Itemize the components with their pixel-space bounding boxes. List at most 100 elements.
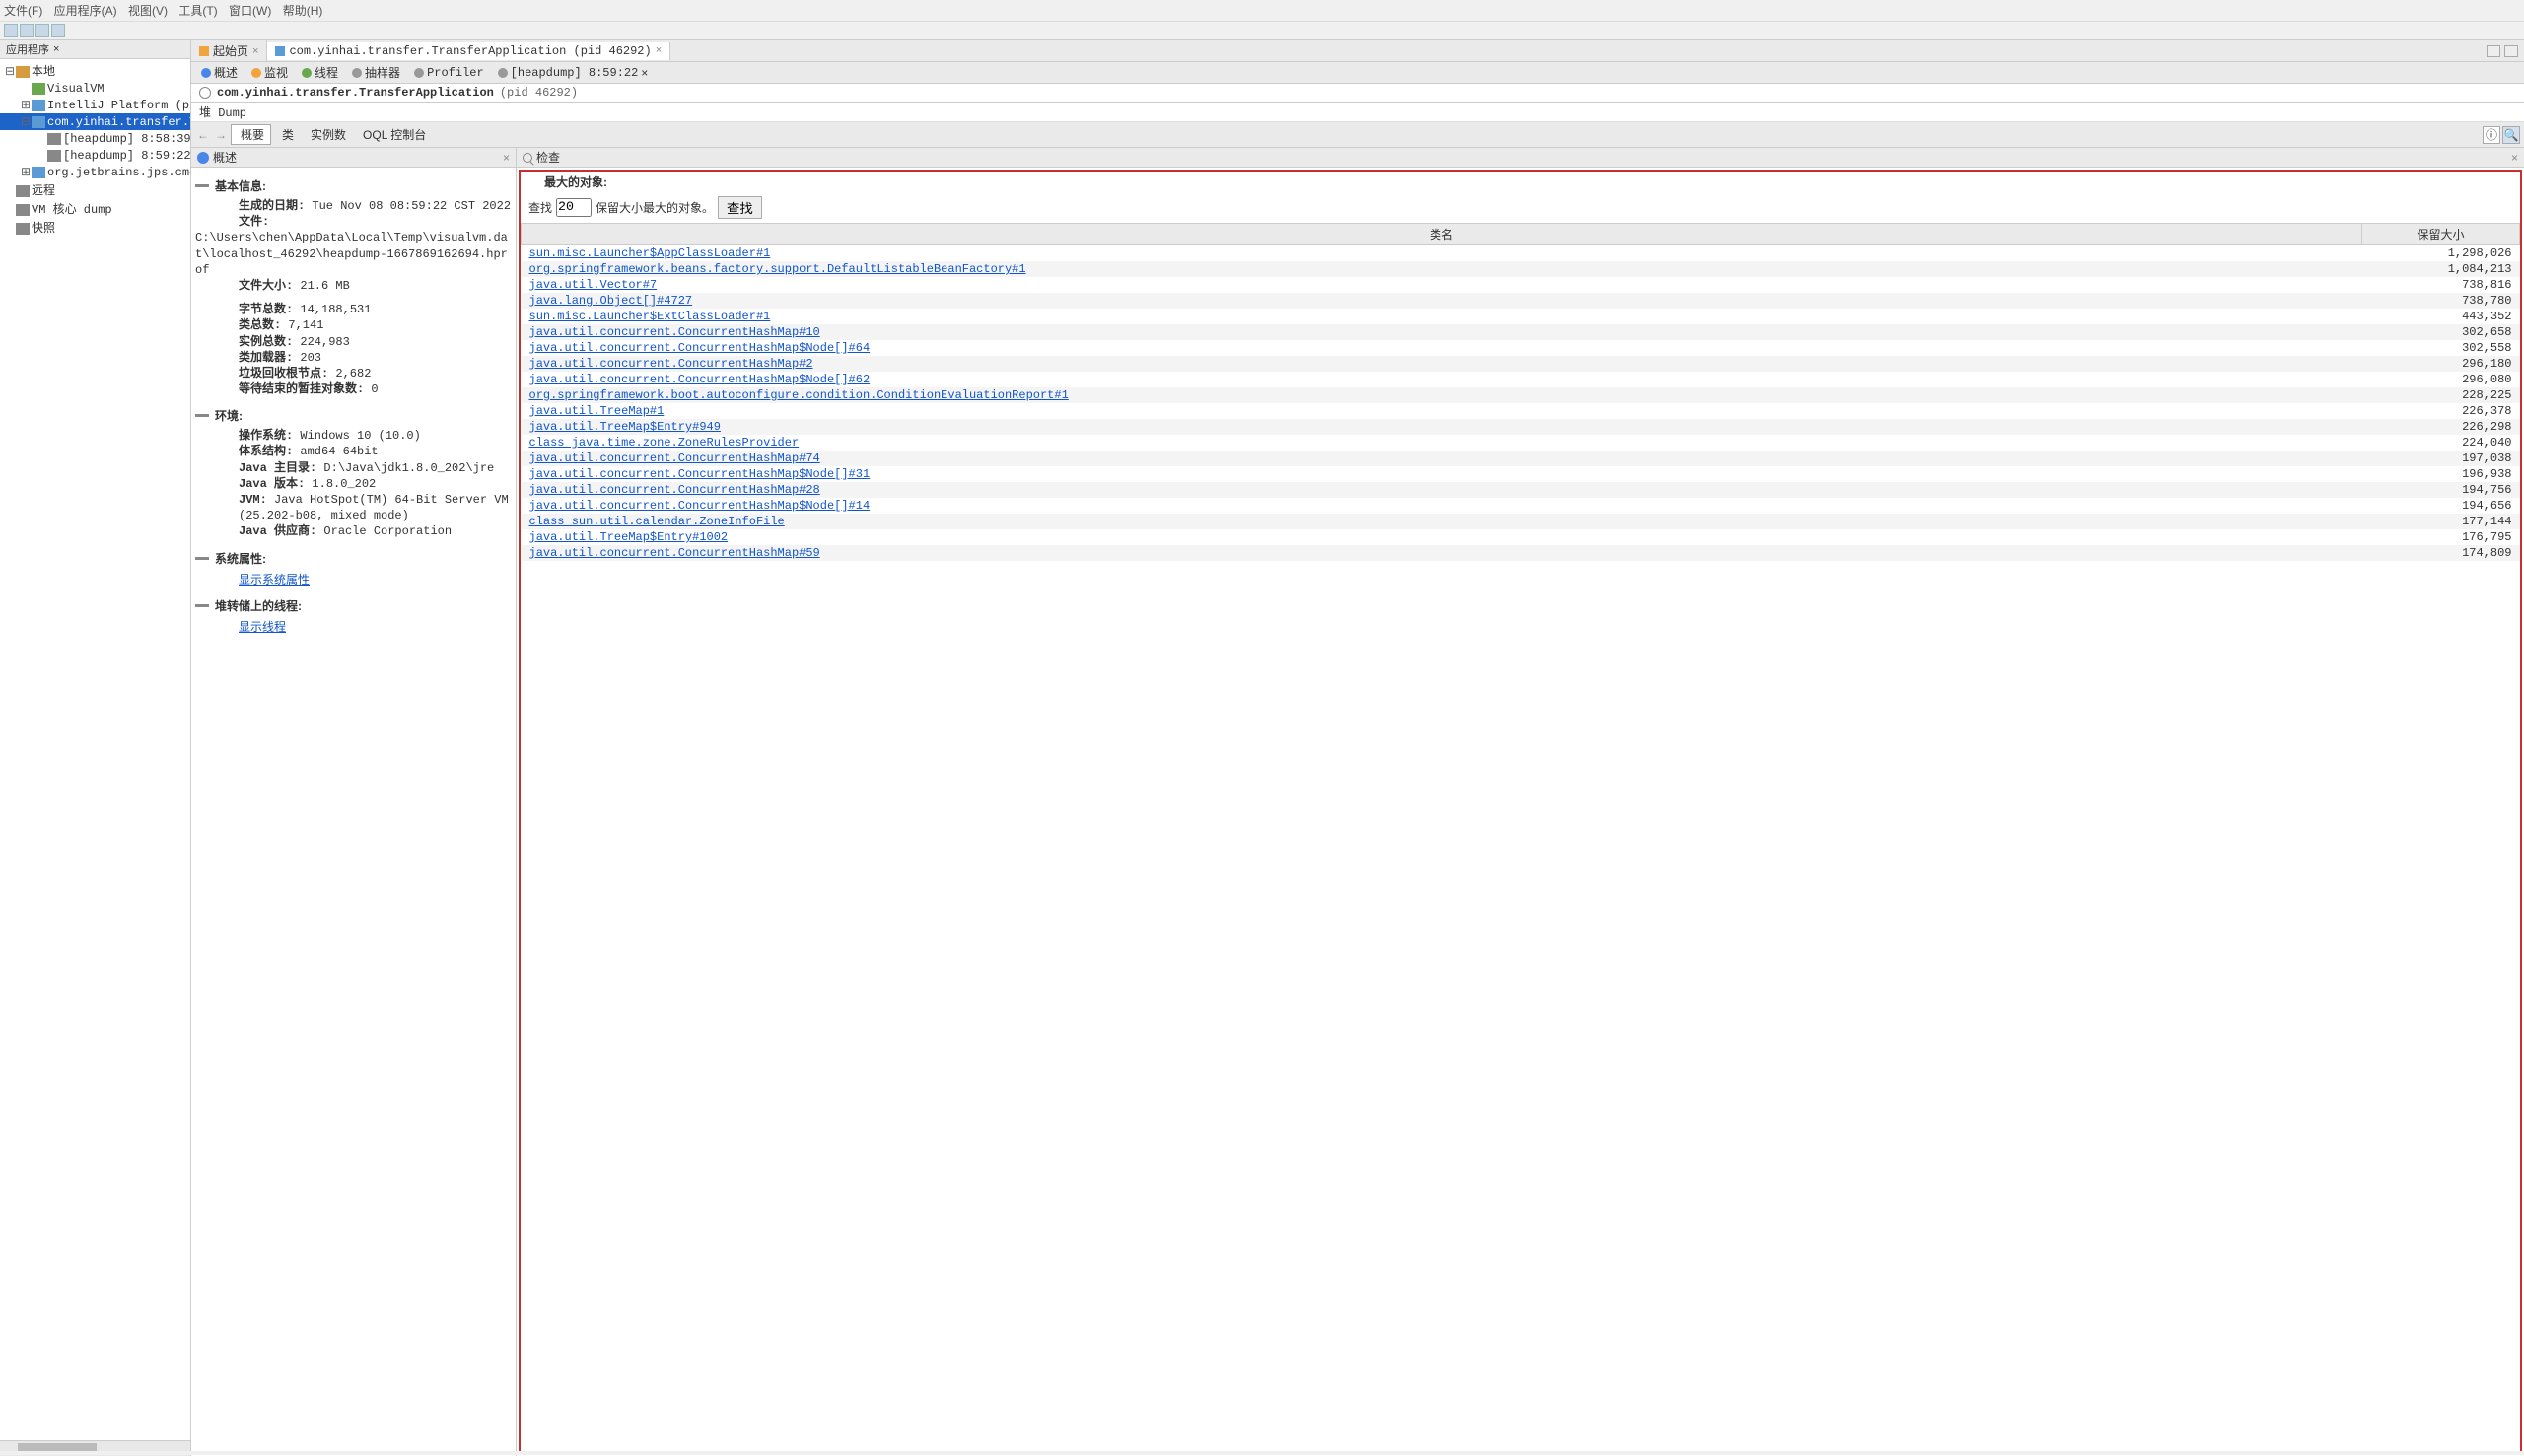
class-link[interactable]: org.springframework.beans.factory.suppor… xyxy=(529,262,1026,276)
tab-close-icon[interactable]: × xyxy=(252,45,258,57)
class-link[interactable]: java.util.concurrent.ConcurrentHashMap$N… xyxy=(529,467,871,481)
tree-node-label: VM 核心 dump xyxy=(32,203,112,217)
table-row[interactable]: org.springframework.boot.autoconfigure.c… xyxy=(522,387,2520,403)
menu-help[interactable]: 帮助(H) xyxy=(283,4,323,18)
menu-app[interactable]: 应用程序(A) xyxy=(54,4,117,18)
table-row[interactable]: java.util.concurrent.ConcurrentHashMap#2… xyxy=(522,356,2520,372)
table-row[interactable]: java.util.concurrent.ConcurrentHashMap$N… xyxy=(522,340,2520,356)
expand-icon[interactable]: ⊞ xyxy=(20,165,32,178)
class-link[interactable]: java.util.concurrent.ConcurrentHashMap#2 xyxy=(529,357,813,371)
class-link[interactable]: java.util.concurrent.ConcurrentHashMap#2… xyxy=(529,483,820,497)
class-link[interactable]: java.util.Vector#7 xyxy=(529,278,658,292)
subtab[interactable]: 线程 xyxy=(296,63,344,82)
subtab[interactable]: [heapdump] 8:59:22 × xyxy=(492,65,655,81)
overview-panel-title: 概述 xyxy=(213,149,237,166)
class-link[interactable]: java.util.TreeMap$Entry#949 xyxy=(529,420,721,434)
tree-node[interactable]: 远程 xyxy=(0,180,190,199)
menu-window[interactable]: 窗口(W) xyxy=(229,4,271,18)
table-row[interactable]: java.util.concurrent.ConcurrentHashMap$N… xyxy=(522,466,2520,482)
heap-btn-classes[interactable]: 类 xyxy=(273,125,300,144)
tree-node[interactable]: [heapdump] 8:58:39 xyxy=(0,130,190,147)
subtab[interactable]: Profiler xyxy=(408,65,490,81)
table-row[interactable]: sun.misc.Launcher$ExtClassLoader#1443,35… xyxy=(522,309,2520,324)
subtab[interactable]: 监视 xyxy=(245,63,294,82)
toolbar-btn-3[interactable] xyxy=(35,24,49,37)
nav-back-icon[interactable]: ← xyxy=(195,127,211,143)
tree-node[interactable]: ⊟本地 xyxy=(0,61,190,80)
show-sysprops-link[interactable]: 显示系统属性 xyxy=(195,571,310,588)
class-link[interactable]: class java.time.zone.ZoneRulesProvider xyxy=(529,436,800,450)
class-link[interactable]: java.util.concurrent.ConcurrentHashMap$N… xyxy=(529,499,871,513)
overview-close-icon[interactable]: × xyxy=(503,151,510,165)
col-retained-size[interactable]: 保留大小 xyxy=(2362,224,2520,245)
class-link[interactable]: java.util.concurrent.ConcurrentHashMap#7… xyxy=(529,451,820,465)
class-link[interactable]: java.util.concurrent.ConcurrentHashMap#5… xyxy=(529,546,820,560)
subtab-close-icon[interactable]: × xyxy=(641,66,648,80)
class-link[interactable]: org.springframework.boot.autoconfigure.c… xyxy=(529,388,1069,402)
tab-maximize-icon[interactable] xyxy=(2504,45,2518,57)
sidebar-tab-close-icon[interactable]: × xyxy=(53,43,59,55)
find-button[interactable]: 查找 xyxy=(718,196,762,219)
table-row[interactable]: java.util.TreeMap$Entry#949226,298 xyxy=(522,419,2520,435)
tree-node[interactable]: VisualVM xyxy=(0,80,190,97)
table-row[interactable]: java.lang.Object[]#4727738,780 xyxy=(522,293,2520,309)
tree-node[interactable]: ⊞IntelliJ Platform (pid 734 xyxy=(0,97,190,113)
toolbar-btn-1[interactable] xyxy=(4,24,18,37)
heap-btn-oql[interactable]: OQL 控制台 xyxy=(354,125,432,144)
toolbar-btn-4[interactable] xyxy=(51,24,65,37)
table-row[interactable]: java.util.TreeMap$Entry#1002176,795 xyxy=(522,529,2520,545)
col-classname[interactable]: 类名 xyxy=(522,224,2362,245)
expand-icon[interactable]: ⊞ xyxy=(20,98,32,111)
refresh-icon[interactable] xyxy=(199,87,211,99)
nav-forward-icon[interactable]: → xyxy=(213,127,229,143)
tree-node-label: VisualVM xyxy=(47,82,105,96)
table-row[interactable]: java.util.concurrent.ConcurrentHashMap$N… xyxy=(522,498,2520,514)
tree-node[interactable]: ⊟com.yinhai.transfer.Trans xyxy=(0,113,190,130)
menu-tools[interactable]: 工具(T) xyxy=(178,4,217,18)
heap-btn-summary[interactable]: 概要 xyxy=(231,124,271,145)
tree-node[interactable]: ⊞org.jetbrains.jps.cmdline xyxy=(0,164,190,180)
subtab[interactable]: 概述 xyxy=(195,63,244,82)
table-row[interactable]: java.util.concurrent.ConcurrentHashMap#5… xyxy=(522,545,2520,561)
class-link[interactable]: java.util.concurrent.ConcurrentHashMap$N… xyxy=(529,341,871,355)
main-tab[interactable]: com.yinhai.transfer.TransferApplication … xyxy=(267,42,670,60)
table-row[interactable]: sun.misc.Launcher$AppClassLoader#11,298,… xyxy=(522,245,2520,262)
toolbar-btn-2[interactable] xyxy=(20,24,34,37)
menu-view[interactable]: 视图(V) xyxy=(128,4,168,18)
find-count-input[interactable] xyxy=(556,198,592,217)
inspect-close-icon[interactable]: × xyxy=(2511,151,2518,165)
class-link[interactable]: java.util.concurrent.ConcurrentHashMap$N… xyxy=(529,373,871,386)
ico-app-icon xyxy=(32,100,45,111)
sidebar-tab[interactable]: 应用程序 × xyxy=(0,40,190,59)
table-row[interactable]: org.springframework.beans.factory.suppor… xyxy=(522,261,2520,277)
class-link[interactable]: class sun.util.calendar.ZoneInfoFile xyxy=(529,515,785,528)
subtab[interactable]: 抽样器 xyxy=(346,63,406,82)
inspect-button[interactable]: 🔍 xyxy=(2502,126,2520,144)
tree-node[interactable]: VM 核心 dump xyxy=(0,199,190,218)
table-row[interactable]: java.util.TreeMap#1226,378 xyxy=(522,403,2520,419)
class-link[interactable]: java.util.TreeMap#1 xyxy=(529,404,665,418)
table-row[interactable]: java.util.concurrent.ConcurrentHashMap#2… xyxy=(522,482,2520,498)
table-row[interactable]: java.util.Vector#7738,816 xyxy=(522,277,2520,293)
class-link[interactable]: sun.misc.Launcher$ExtClassLoader#1 xyxy=(529,310,771,323)
expand-icon[interactable]: ⊟ xyxy=(4,64,16,78)
expand-icon[interactable]: ⊟ xyxy=(20,114,32,128)
class-link[interactable]: java.util.TreeMap$Entry#1002 xyxy=(529,530,729,544)
tree-node[interactable]: 快照 xyxy=(0,218,190,237)
heap-btn-instances[interactable]: 实例数 xyxy=(302,125,352,144)
menu-file[interactable]: 文件(F) xyxy=(4,4,42,18)
table-row[interactable]: class sun.util.calendar.ZoneInfoFile177,… xyxy=(522,514,2520,529)
show-threads-link[interactable]: 显示线程 xyxy=(195,618,286,635)
tree-node[interactable]: [heapdump] 8:59:22 xyxy=(0,147,190,164)
info-button[interactable]: ⓘ xyxy=(2483,126,2500,144)
table-row[interactable]: class java.time.zone.ZoneRulesProvider22… xyxy=(522,435,2520,451)
class-link[interactable]: java.util.concurrent.ConcurrentHashMap#1… xyxy=(529,325,820,339)
table-row[interactable]: java.util.concurrent.ConcurrentHashMap#1… xyxy=(522,324,2520,340)
class-link[interactable]: java.lang.Object[]#4727 xyxy=(529,294,693,308)
tab-minimize-icon[interactable] xyxy=(2487,45,2500,57)
tab-close-icon[interactable]: × xyxy=(656,45,663,57)
table-row[interactable]: java.util.concurrent.ConcurrentHashMap$N… xyxy=(522,372,2520,387)
main-tab[interactable]: 起始页× xyxy=(191,40,267,61)
table-row[interactable]: java.util.concurrent.ConcurrentHashMap#7… xyxy=(522,451,2520,466)
class-link[interactable]: sun.misc.Launcher$AppClassLoader#1 xyxy=(529,246,771,260)
